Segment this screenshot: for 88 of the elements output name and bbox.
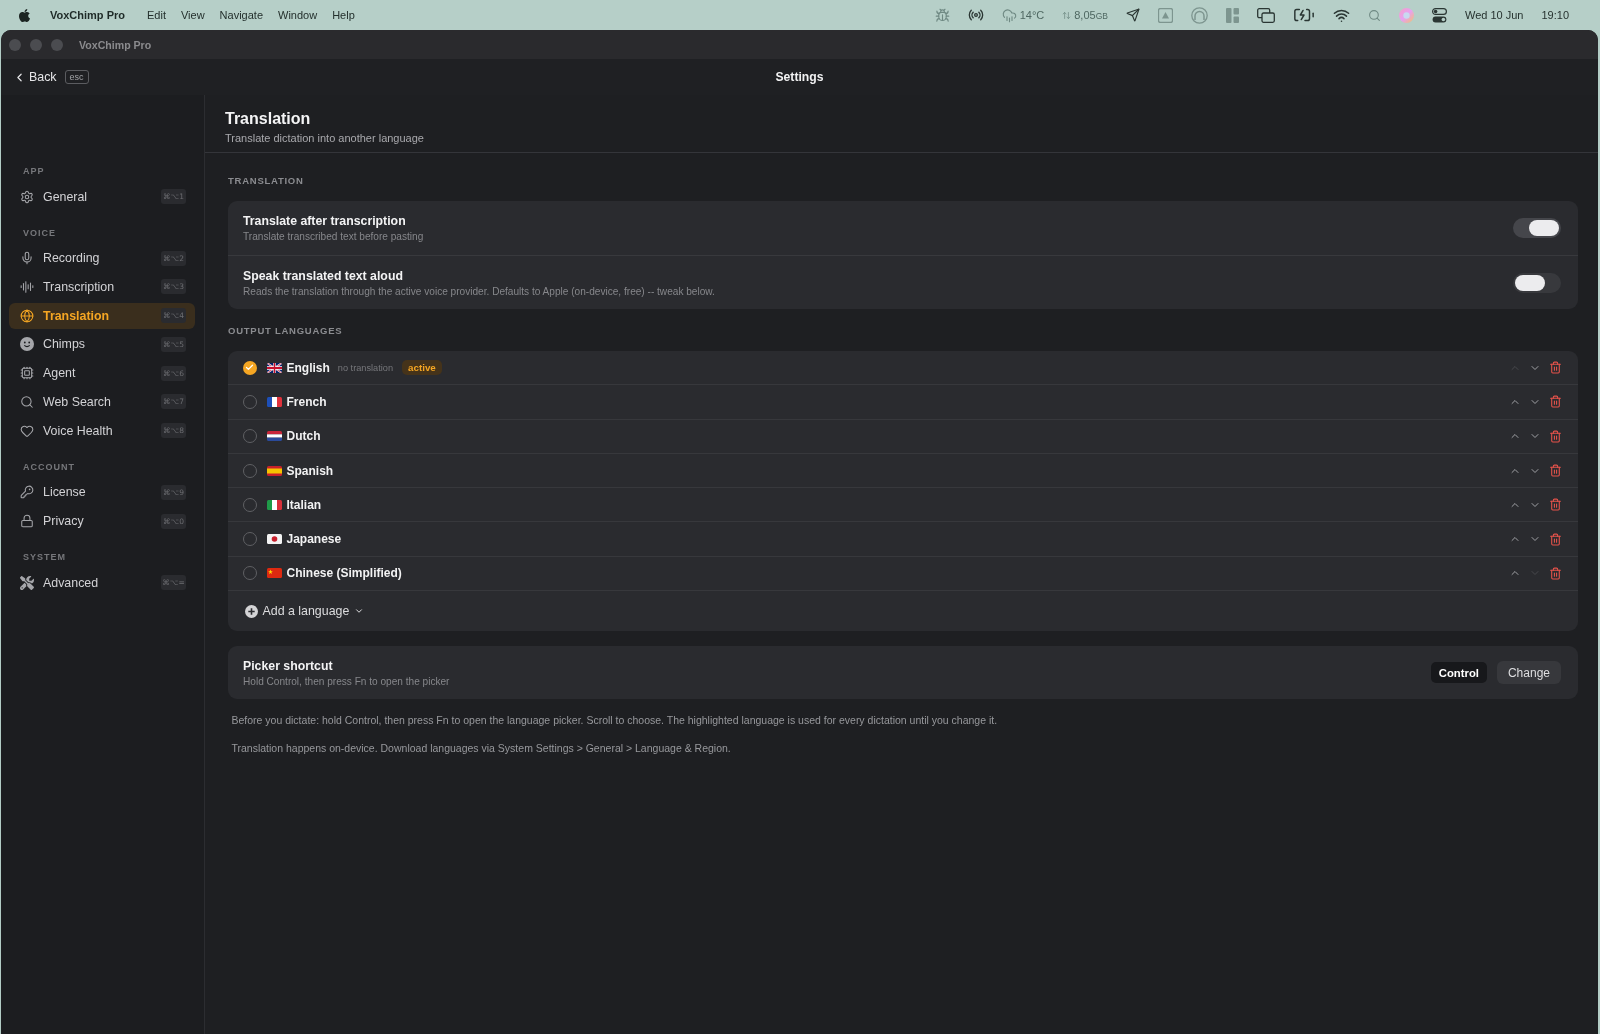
menu-item[interactable]: Window [278,9,318,21]
colorful-orb-icon[interactable] [1398,7,1414,23]
trash-icon[interactable] [1549,498,1562,512]
setting-title: Picker shortcut [243,657,334,674]
memory-usage: 8,05GB [1074,9,1108,21]
back-button[interactable]: Back [13,70,57,84]
apple-logo-icon[interactable] [17,7,32,23]
bug-icon[interactable] [934,7,950,23]
triangle-box-icon[interactable] [1157,7,1173,23]
uk-flag-icon [266,362,282,373]
trash-icon[interactable] [1549,464,1562,478]
clock-date: Wed 10 Jun [1464,9,1524,21]
settings-icon [19,189,34,204]
language-name: Spanish [286,463,334,478]
china-flag-icon [266,568,282,579]
trash-icon[interactable] [1549,361,1562,375]
menu-item[interactable]: Navigate [219,9,264,21]
sidebar-section-title: VOICE [22,226,57,240]
sidebar-section-title: SYSTEM [22,551,67,565]
check-icon [245,363,254,373]
window-title: VoxChimp Pro [79,38,152,51]
toggles-icon[interactable] [1431,7,1447,23]
setting-description: Reads the translation through the active voice provider. Defaults to Apple (on-device, free) -- tweak below. [243,284,715,298]
language-note: no translation [337,362,393,373]
trash-icon[interactable] [1549,429,1562,443]
toggle-switch[interactable] [1513,218,1561,238]
up-down-arrow-icon [1062,10,1072,20]
language-name: Italian [286,497,322,512]
page-subtitle: Translate dictation into another language [225,131,425,145]
france-flag-icon [266,396,282,407]
waveform-icon [19,279,34,294]
window-button[interactable] [51,38,63,51]
change-button[interactable]: Change [1496,661,1561,685]
setting-description: Hold Control, then press Fn to open the picker [243,674,450,688]
netherlands-flag-icon [266,431,282,442]
rain-cloud-icon[interactable] [1001,7,1017,23]
language-name: English [286,360,330,375]
menu-item[interactable]: View [180,9,205,21]
globe-icon [19,308,34,323]
microphone-icon [19,251,34,265]
trash-icon[interactable] [1549,566,1562,580]
trash-icon[interactable] [1549,395,1562,409]
italy-flag-icon [266,499,282,510]
weather-reading: 14°C [1019,9,1045,21]
app-menu[interactable]: VoxChimp Pro [50,9,125,21]
tools-icon [19,575,34,590]
plus-circle-icon [244,604,258,618]
setting-description: Translate transcribed text before pasting [243,230,424,243]
arch-circle-icon[interactable] [1190,6,1208,24]
key-icon [19,485,34,500]
language-name: Japanese [286,532,342,547]
heart-icon [19,423,34,438]
sidebar-section-title: APP [22,165,46,178]
window-button[interactable] [9,38,21,51]
radio-button[interactable] [242,360,257,375]
help-text: Before you dictate: hold Control, then press Fn to open the language picker. Scroll to choose. The highlighted language is used for every dictation until you change it. [230,713,999,728]
paper-plane-icon[interactable] [1125,8,1140,22]
japan-flag-icon [266,534,282,545]
search-icon[interactable] [1367,8,1381,22]
help-text: Translation happens on-device. Download languages via System Settings > General > Language & Region. [230,740,732,755]
language-name: Dutch [286,429,321,444]
page-title: Translation [225,109,312,129]
section-heading: TRANSLATION [228,174,305,188]
radio-icon[interactable] [967,7,984,23]
clock-time: 19:10 [1541,9,1569,21]
setting-title: Speak translated text aloud [243,267,404,284]
menu-item[interactable]: Help [332,9,355,21]
add-language-button[interactable]: Add a language [244,604,365,619]
window-button[interactable] [30,38,42,51]
shortcut-key: Control [1430,662,1487,684]
spain-flag-icon [266,465,282,476]
language-name: French [286,394,327,409]
chip-icon [19,366,34,381]
status-tag: active [402,360,442,376]
keyboard-shortcut: esc [64,70,89,84]
lock-icon [19,514,34,529]
section-heading: OUTPUT LANGUAGES [228,324,344,338]
smiley-face-icon [19,337,34,352]
trash-icon[interactable] [1549,532,1562,546]
toolbar-title: Settings [775,70,824,84]
menu-item[interactable]: Edit [147,9,166,21]
panels-icon[interactable] [1225,7,1239,23]
sidebar-section-title: ACCOUNT [22,460,76,474]
search-icon [19,395,34,409]
setting-title: Translate after transcription [243,213,407,229]
language-name: Chinese (Simplified) [286,566,402,581]
windows-icon[interactable] [1256,7,1275,23]
toggle-switch[interactable] [1513,272,1561,293]
